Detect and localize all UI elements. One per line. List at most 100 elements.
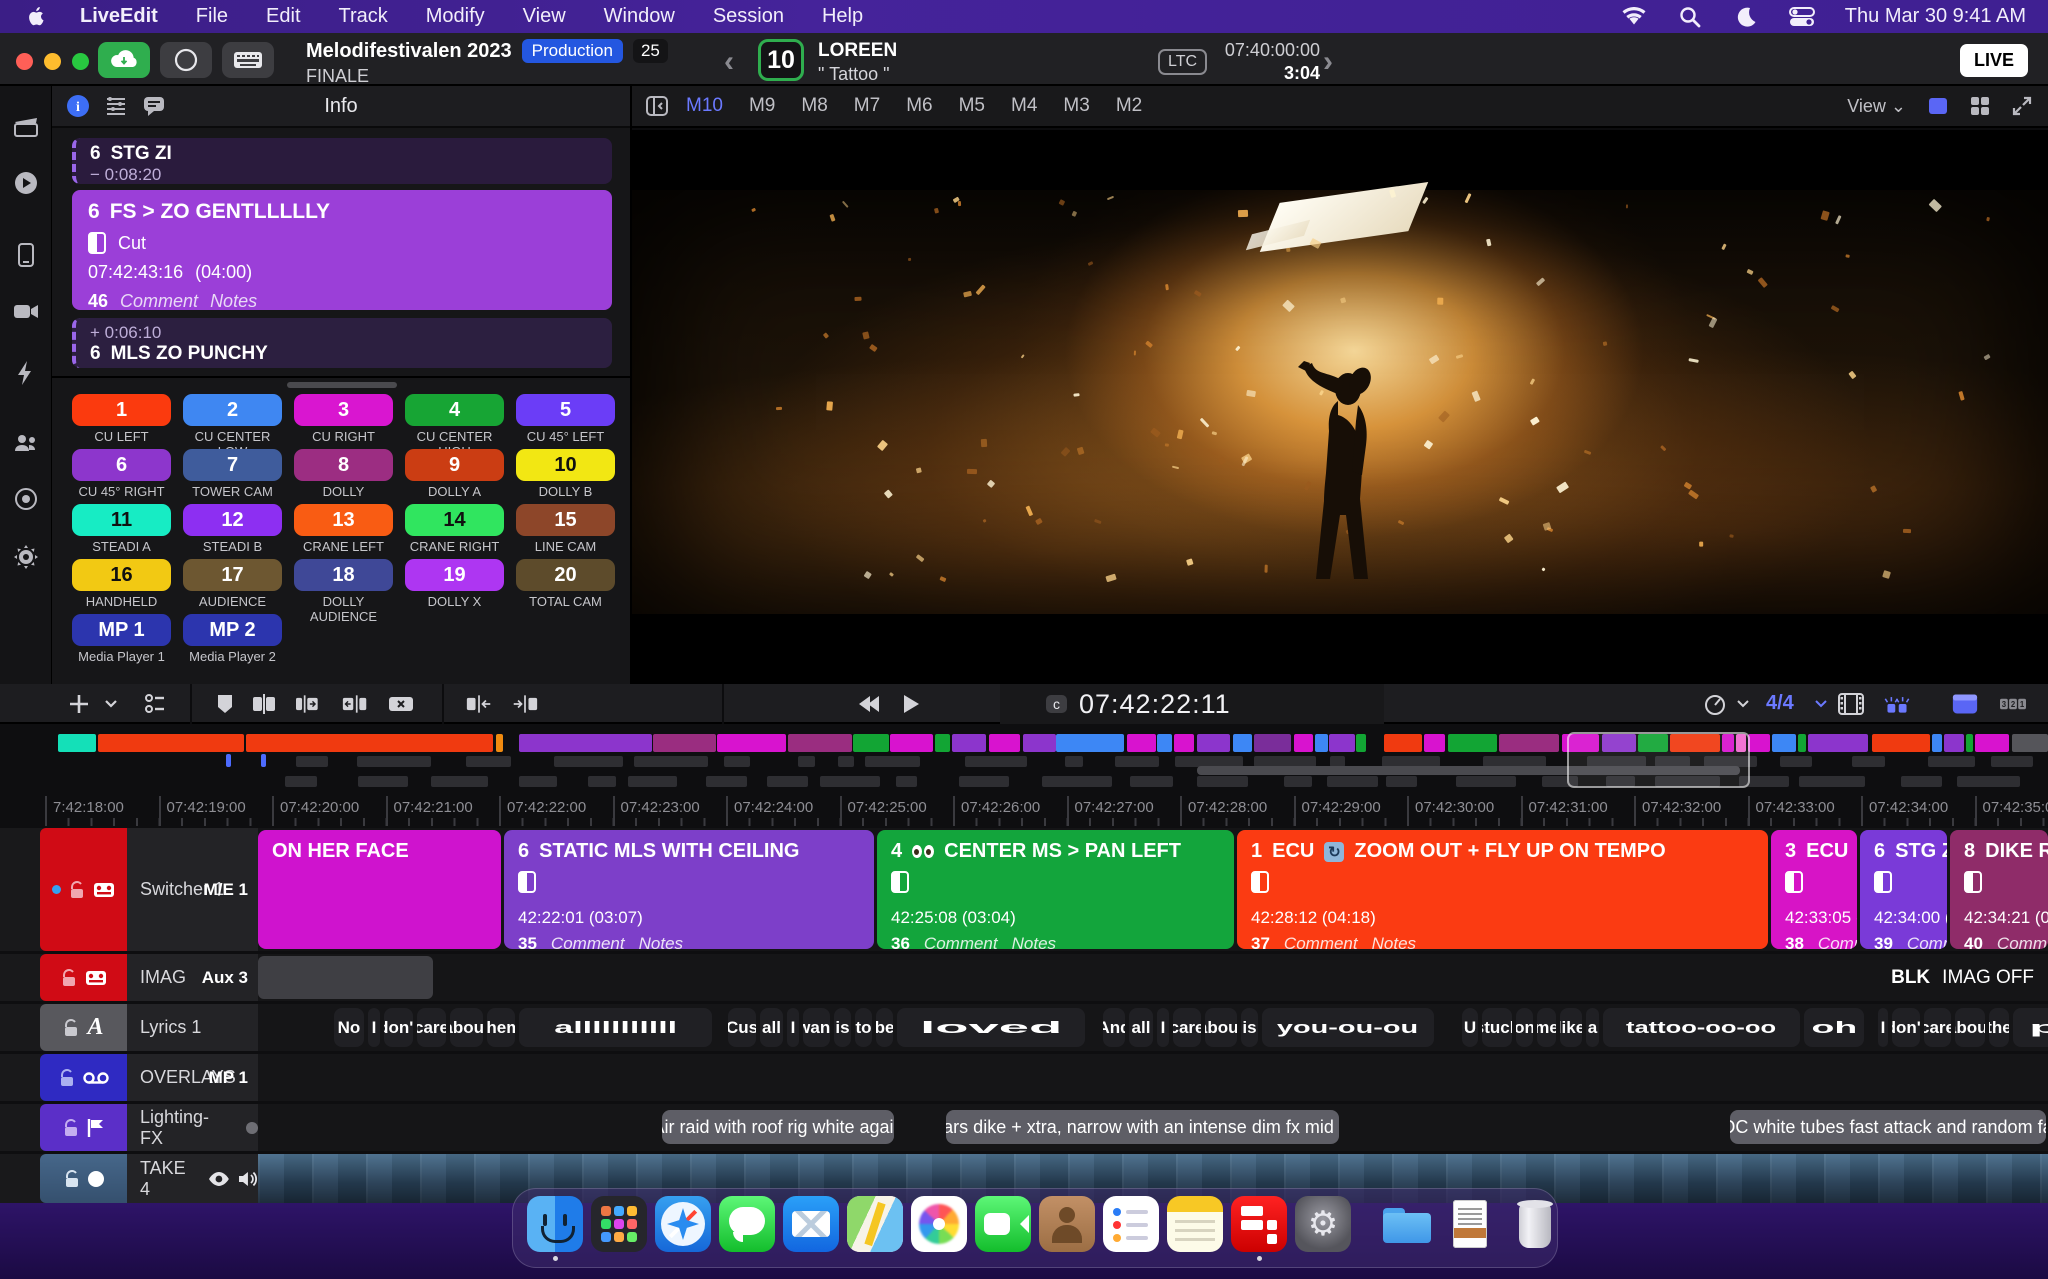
camera-pad-19[interactable]: 19 xyxy=(405,559,504,591)
lyric-word[interactable]: about xyxy=(450,1008,483,1047)
previous-cue-card[interactable]: 6 STG ZI − 0:08:20 xyxy=(72,138,612,184)
viewer-tab-m7[interactable]: M7 xyxy=(854,95,880,117)
clip-notes-link[interactable]: Notes xyxy=(639,934,683,949)
gear-icon[interactable] xyxy=(13,544,39,570)
keyboard-button[interactable] xyxy=(222,42,274,78)
playback-speed-icon[interactable] xyxy=(1702,691,1728,717)
clip-comment-link[interactable]: Comment xyxy=(551,934,625,949)
clip-comment-link[interactable]: Comme xyxy=(1818,934,1857,949)
camera-icon[interactable] xyxy=(13,298,39,324)
dock-app-document[interactable] xyxy=(1443,1196,1499,1260)
live-button[interactable]: LIVE xyxy=(1960,44,2028,77)
dock-app-folder[interactable] xyxy=(1379,1196,1435,1260)
fullscreen-icon[interactable] xyxy=(2012,96,2032,116)
switcher-clip-5[interactable]: 3ECU42:33:05 (038Comme xyxy=(1771,830,1857,949)
speaker-icon[interactable] xyxy=(238,1171,258,1187)
lyric-word[interactable]: them xyxy=(487,1008,515,1047)
apple-icon[interactable] xyxy=(28,6,46,28)
record-circle-button[interactable] xyxy=(160,42,212,78)
lyric-word[interactable]: about xyxy=(1955,1008,1985,1047)
clip-notes-link[interactable]: Notes xyxy=(1372,934,1416,949)
current-cue-card[interactable]: 6 FS > ZO GENTLLLLLY Cut 07:42:43:16 (04… xyxy=(72,190,612,310)
lyric-word[interactable]: tattoo-oo-oo xyxy=(1603,1008,1800,1047)
clip-comment-link[interactable]: Comme xyxy=(1997,934,2048,949)
ripple-right-icon[interactable] xyxy=(512,691,538,717)
lyric-word[interactable]: all xyxy=(760,1008,783,1047)
lyric-word[interactable]: I xyxy=(1878,1008,1888,1047)
track-color-take[interactable] xyxy=(40,1154,127,1203)
dock-app-safari[interactable] xyxy=(655,1196,711,1260)
unlock-icon[interactable] xyxy=(63,1119,79,1137)
lyric-word[interactable]: is xyxy=(834,1008,851,1047)
lyric-word[interactable]: on xyxy=(1516,1008,1533,1047)
lyric-word[interactable]: to xyxy=(855,1008,872,1047)
lyric-word[interactable]: No xyxy=(334,1008,364,1047)
focus-moon-icon[interactable] xyxy=(1733,4,1759,30)
camera-pad-7[interactable]: 7 xyxy=(183,449,282,481)
lighting-cue[interactable]: JDC white tubes fast attack and random f… xyxy=(1730,1110,2046,1144)
viewer-tab-m2[interactable]: M2 xyxy=(1116,95,1142,117)
camera-pad-20[interactable]: 20 xyxy=(516,559,615,591)
menu-clock[interactable]: Thu Mar 30 9:41 AM xyxy=(1845,5,2026,28)
lyric-word[interactable]: be xyxy=(876,1008,893,1047)
track-color-lyrics[interactable]: A xyxy=(40,1004,127,1051)
dock-app-launchpad[interactable] xyxy=(591,1196,647,1260)
lyric-word[interactable]: you-ou-ou xyxy=(1262,1008,1434,1047)
menu-item-track[interactable]: Track xyxy=(339,5,388,28)
lyric-word[interactable]: alllllllllll xyxy=(519,1008,712,1047)
viewer-tab-m9[interactable]: M9 xyxy=(749,95,775,117)
view-dropdown[interactable]: View ⌄ xyxy=(1847,96,1906,117)
add-cue-button[interactable] xyxy=(66,691,92,717)
delete-clip-icon[interactable] xyxy=(388,691,414,717)
lyric-word[interactable]: care xyxy=(1173,1008,1201,1047)
dock-app-notes[interactable] xyxy=(1167,1196,1223,1260)
lyric-word[interactable]: I xyxy=(368,1008,380,1047)
overview-viewport-box[interactable] xyxy=(1567,732,1750,788)
unlock-icon[interactable] xyxy=(64,1170,80,1188)
lyric-word[interactable]: don't xyxy=(1892,1008,1920,1047)
unlock-icon[interactable] xyxy=(69,881,85,899)
switcher-clip-3[interactable]: 4CENTER MS > PAN LEFT42:25:08 (03:04)36C… xyxy=(877,830,1234,949)
camera-pad-2[interactable]: 2 xyxy=(183,394,282,426)
viewer-tab-m4[interactable]: M4 xyxy=(1011,95,1037,117)
dock-app-photos[interactable] xyxy=(911,1196,967,1260)
lyric-word[interactable]: oh xyxy=(1804,1008,1864,1047)
camera-pad-3[interactable]: 3 xyxy=(294,394,393,426)
media-player-pad-1[interactable]: MP 1 xyxy=(72,614,171,646)
clip-comment-link[interactable]: Comment xyxy=(1284,934,1358,949)
player-icon[interactable] xyxy=(13,170,39,196)
lyric-word[interactable]: all xyxy=(1129,1008,1153,1047)
switcher-clip-7[interactable]: 8DIKE R42:34:21 (040Comme xyxy=(1950,830,2048,949)
track-numbers-icon[interactable]: 321 xyxy=(2000,691,2026,717)
imag-clip[interactable] xyxy=(258,956,433,999)
comment-link[interactable]: Comment xyxy=(120,291,198,312)
track-header-switcher[interactable]: Switcher 1 M/E 1 xyxy=(127,828,258,951)
media-player-pad-2[interactable]: MP 2 xyxy=(183,614,282,646)
camera-pad-16[interactable]: 16 xyxy=(72,559,171,591)
single-view-icon[interactable] xyxy=(1928,96,1948,116)
clip-comment-link[interactable]: Commen xyxy=(1907,934,1947,949)
lighting-cue[interactable]: Xbars dike + xtra, narrow with an intens… xyxy=(946,1110,1339,1144)
dock-app-facetime[interactable] xyxy=(975,1196,1031,1260)
lyric-word[interactable]: want xyxy=(803,1008,830,1047)
lyric-word[interactable]: is xyxy=(1241,1008,1258,1047)
dock-app-messages[interactable] xyxy=(719,1196,775,1260)
add-options-chevron[interactable] xyxy=(98,691,124,717)
clip-comment-link[interactable]: Comment xyxy=(924,934,998,949)
track-color-switcher[interactable] xyxy=(40,828,127,951)
viewer-tab-m8[interactable]: M8 xyxy=(801,95,827,117)
close-window-button[interactable] xyxy=(16,53,33,70)
slate-icon[interactable] xyxy=(13,114,39,140)
device-icon[interactable] xyxy=(13,242,39,268)
camera-pad-9[interactable]: 9 xyxy=(405,449,504,481)
lyric-word[interactable]: U xyxy=(1462,1008,1478,1047)
lyric-word[interactable]: like xyxy=(1560,1008,1582,1047)
dock-app-maps[interactable] xyxy=(847,1196,903,1260)
split-clip-icon[interactable] xyxy=(252,691,278,717)
viewer-tab-m5[interactable]: M5 xyxy=(959,95,985,117)
search-icon[interactable] xyxy=(1677,4,1703,30)
time-signature[interactable]: 4/4 xyxy=(1766,692,1794,715)
trim-end-icon[interactable] xyxy=(342,691,368,717)
switcher-clip-4[interactable]: 1ECU↻ZOOM OUT + FLY UP ON TEMPO42:28:12 … xyxy=(1237,830,1768,949)
control-center-icon[interactable] xyxy=(1789,4,1815,30)
